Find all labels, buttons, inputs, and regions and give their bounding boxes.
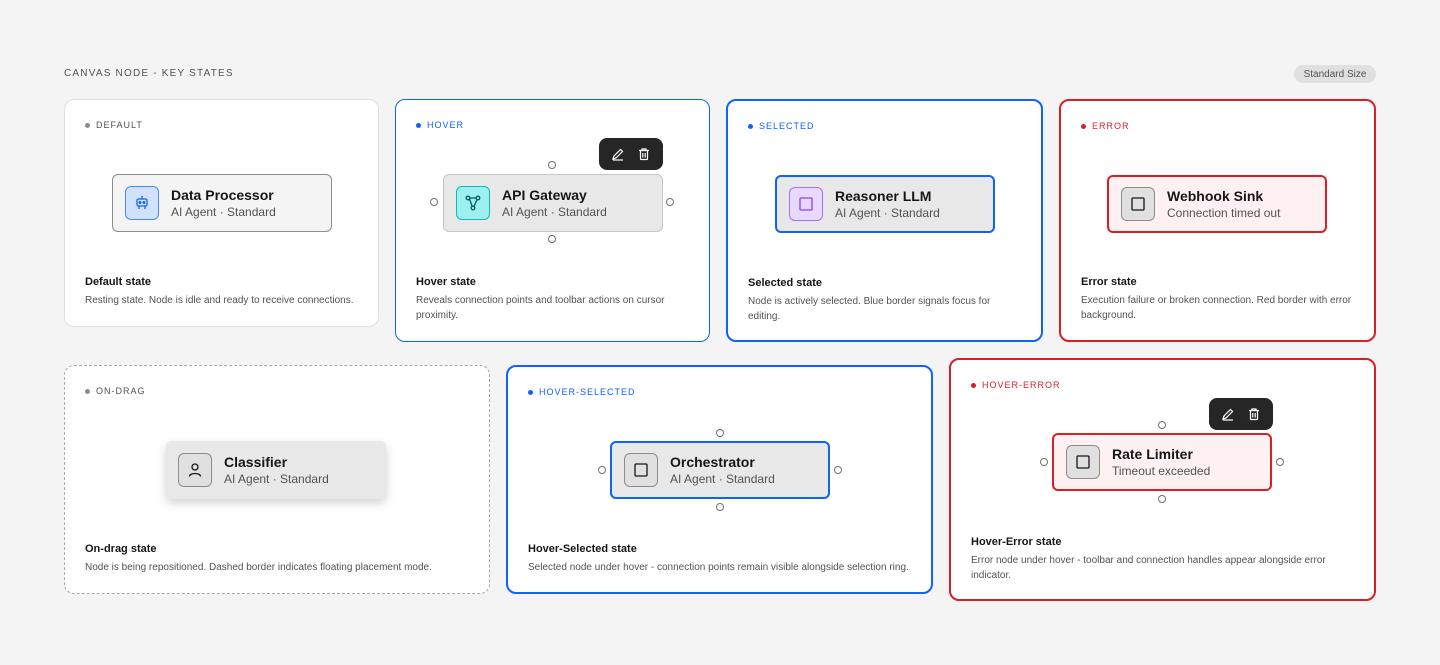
robot-icon <box>125 186 159 220</box>
state-tag-hover: HOVER <box>416 120 464 130</box>
state-tag-default: DEFAULT <box>85 120 143 130</box>
state-title: Default state <box>85 276 152 288</box>
node-subtitle: AI Agent · Standard <box>670 471 775 486</box>
node-subtitle: Timeout exceeded <box>1112 463 1211 478</box>
node-name: Data Processor <box>171 186 274 203</box>
selected-state-card: SELECTED Reasoner LLM AI Agent · Standar… <box>726 99 1043 342</box>
node-classifier[interactable]: Classifier AI Agent · Standard <box>166 441 386 499</box>
state-tag-error: ERROR <box>1081 121 1130 131</box>
hover-state-card: HOVER API Gateway AI Agent · Standard Ho… <box>395 99 710 342</box>
state-tag-hover-error: HOVER-ERROR <box>971 380 1061 390</box>
connection-handle-top[interactable] <box>548 161 556 169</box>
state-description: Execution failure or broken connection. … <box>1081 295 1352 321</box>
connection-handle-bottom[interactable] <box>716 503 724 511</box>
node-subtitle: Connection timed out <box>1167 205 1281 220</box>
state-title: On-drag state <box>85 543 157 555</box>
size-badge[interactable]: Standard Size <box>1294 65 1376 83</box>
user-icon <box>178 453 212 487</box>
state-description: Selected node under hover - connection p… <box>528 562 909 573</box>
state-tag-hover-selected: HOVER-SELECTED <box>528 387 636 397</box>
node-name: Rate Limiter <box>1112 445 1193 462</box>
connection-handle-right[interactable] <box>1276 458 1284 466</box>
connection-handle-right[interactable] <box>834 466 842 474</box>
node-name: Webhook Sink <box>1167 187 1264 204</box>
node-toolbar <box>599 138 663 170</box>
square-icon <box>789 187 823 221</box>
state-description: Resting state. Node is idle and ready to… <box>85 295 354 306</box>
node-subtitle: AI Agent · Standard <box>171 204 276 219</box>
pencil-icon[interactable] <box>1217 403 1239 425</box>
square-icon <box>624 453 658 487</box>
node-name: Reasoner LLM <box>835 187 932 204</box>
connection-handle-left[interactable] <box>598 466 606 474</box>
node-subtitle: AI Agent · Standard <box>224 471 329 486</box>
hover-error-state-card: HOVER-ERROR Rate Limiter Timeout exceede… <box>949 358 1376 601</box>
node-toolbar <box>1209 398 1273 430</box>
node-subtitle: AI Agent · Standard <box>835 205 940 220</box>
node-webhook-sink[interactable]: Webhook Sink Connection timed out <box>1107 175 1327 233</box>
node-data-processor[interactable]: Data Processor AI Agent · Standard <box>112 174 332 232</box>
connection-handle-right[interactable] <box>666 198 674 206</box>
node-name: Orchestrator <box>670 453 755 470</box>
default-state-card: DEFAULT Data Processor AI Agent · Standa… <box>64 99 379 327</box>
square-icon <box>1066 445 1100 479</box>
state-title: Hover-Selected state <box>528 543 637 555</box>
state-description: Reveals connection points and toolbar ac… <box>416 295 665 321</box>
network-icon <box>456 186 490 220</box>
state-description: Error node under hover - toolbar and con… <box>971 555 1326 581</box>
state-description: Node is being repositioned. Dashed borde… <box>85 562 432 573</box>
ondrag-state-card: ON-DRAG Classifier AI Agent · Standard O… <box>64 365 490 594</box>
node-orchestrator[interactable]: Orchestrator AI Agent · Standard <box>610 441 830 499</box>
connection-handle-bottom[interactable] <box>1158 495 1166 503</box>
node-name: Classifier <box>224 453 288 470</box>
state-tag-ondrag: ON-DRAG <box>85 386 146 396</box>
state-title: Hover-Error state <box>971 536 1062 548</box>
connection-handle-top[interactable] <box>1158 421 1166 429</box>
connection-handle-left[interactable] <box>1040 458 1048 466</box>
pencil-icon[interactable] <box>607 143 629 165</box>
square-icon <box>1121 187 1155 221</box>
hover-selected-state-card: HOVER-SELECTED Orchestrator AI Agent · S… <box>506 365 933 594</box>
page-title: CANVAS NODE - KEY STATES <box>64 68 234 79</box>
node-subtitle: AI Agent · Standard <box>502 204 607 219</box>
node-reasoner-llm[interactable]: Reasoner LLM AI Agent · Standard <box>775 175 995 233</box>
node-name: API Gateway <box>502 186 587 203</box>
node-rate-limiter[interactable]: Rate Limiter Timeout exceeded <box>1052 433 1272 491</box>
state-title: Hover state <box>416 276 476 288</box>
connection-handle-left[interactable] <box>430 198 438 206</box>
state-title: Selected state <box>748 277 822 289</box>
trash-icon[interactable] <box>1243 403 1265 425</box>
connection-handle-bottom[interactable] <box>548 235 556 243</box>
state-description: Node is actively selected. Blue border s… <box>748 296 991 322</box>
state-tag-selected: SELECTED <box>748 121 815 131</box>
state-title: Error state <box>1081 276 1137 288</box>
error-state-card: ERROR Webhook Sink Connection timed out … <box>1059 99 1376 342</box>
connection-handle-top[interactable] <box>716 429 724 437</box>
node-api-gateway[interactable]: API Gateway AI Agent · Standard <box>443 174 663 232</box>
trash-icon[interactable] <box>633 143 655 165</box>
